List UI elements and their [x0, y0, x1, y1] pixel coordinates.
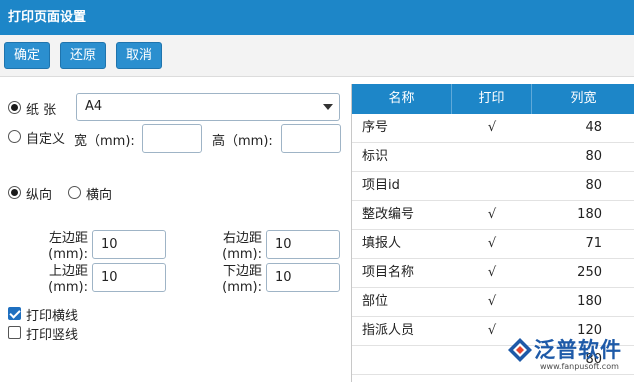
cell-print[interactable]: √: [452, 259, 532, 287]
table-row[interactable]: 整改编号 √ 180: [352, 201, 634, 230]
cell-name: 序号: [362, 120, 389, 135]
bottom-margin-label-line1: 下边距: [222, 264, 262, 279]
left-margin-input[interactable]: 10: [92, 230, 166, 259]
cell-name: 指派人员: [362, 323, 415, 338]
cell-width[interactable]: 180: [532, 201, 602, 229]
top-margin-label: 上边距 (mm):: [38, 264, 88, 296]
cell-name: 部位: [362, 294, 389, 309]
bottom-margin-label: 下边距 (mm):: [212, 264, 262, 296]
top-margin-label-line1: 上边距: [48, 264, 88, 279]
toolbar: 确定 还原 取消: [0, 35, 634, 77]
cell-name: [362, 346, 452, 374]
chevron-down-icon: [323, 104, 333, 110]
print-hlines-checkbox[interactable]: [8, 307, 21, 320]
cancel-button[interactable]: 取消: [116, 42, 162, 69]
landscape-radio[interactable]: [68, 186, 81, 199]
bottom-margin-label-line2: (mm):: [222, 280, 262, 295]
paper-radio[interactable]: [8, 101, 21, 114]
fanpu-logo-icon: [508, 338, 532, 362]
table-row[interactable]: 填报人 √ 71: [352, 230, 634, 259]
left-margin-label: 左边距 (mm):: [38, 231, 88, 263]
restore-button[interactable]: 还原: [60, 42, 106, 69]
bottom-margin-input[interactable]: 10: [266, 263, 340, 292]
right-margin-label-line2: (mm):: [222, 247, 262, 262]
header-print[interactable]: 打印: [452, 84, 532, 114]
height-label: 高（mm):: [212, 134, 273, 149]
cell-print[interactable]: √: [452, 288, 532, 316]
top-margin-label-line2: (mm):: [48, 280, 88, 295]
cell-name: 整改编号: [362, 207, 415, 222]
left-margin-label-line2: (mm):: [48, 247, 88, 262]
width-input[interactable]: [142, 124, 202, 153]
portrait-label: 纵向: [26, 188, 53, 203]
portrait-radio[interactable]: [8, 186, 21, 199]
cell-width[interactable]: 71: [532, 230, 602, 258]
custom-radio[interactable]: [8, 130, 21, 143]
print-vlines-checkbox[interactable]: [8, 326, 21, 339]
cell-print[interactable]: √: [452, 230, 532, 258]
grid-header: 名称 打印 列宽: [352, 84, 634, 114]
cell-name: 项目id: [362, 178, 400, 193]
cell-print[interactable]: [452, 172, 532, 200]
header-width[interactable]: 列宽: [532, 84, 634, 114]
cell-print[interactable]: [452, 143, 532, 171]
right-margin-input[interactable]: 10: [266, 230, 340, 259]
table-row[interactable]: 项目id 80: [352, 172, 634, 201]
cell-name: 项目名称: [362, 265, 415, 280]
cell-name: 标识: [362, 149, 389, 164]
fanpu-logo: 泛普软件 www.fanpusoft.com: [504, 332, 634, 376]
table-row[interactable]: 序号 √ 48: [352, 114, 634, 143]
width-label: 宽（mm):: [74, 134, 135, 149]
fanpu-url: www.fanpusoft.com: [540, 362, 619, 371]
cell-width[interactable]: 48: [532, 114, 602, 142]
cell-name: 填报人: [362, 236, 402, 251]
table-row[interactable]: 部位 √ 180: [352, 288, 634, 317]
fanpu-brand: 泛普软件: [534, 338, 622, 362]
right-margin-label: 右边距 (mm):: [212, 231, 262, 263]
cell-print[interactable]: √: [452, 201, 532, 229]
paper-select-value: A4: [85, 99, 103, 114]
left-margin-label-line1: 左边距: [48, 231, 88, 246]
cell-print[interactable]: √: [452, 114, 532, 142]
print-hlines-label: 打印横线: [26, 309, 79, 324]
paper-label: 纸 张: [26, 103, 57, 118]
print-vlines-label: 打印竖线: [26, 328, 79, 343]
cell-width[interactable]: 80: [532, 143, 602, 171]
table-row[interactable]: 标识 80: [352, 143, 634, 172]
custom-label: 自定义: [26, 132, 66, 147]
right-margin-label-line1: 右边距: [222, 231, 262, 246]
cell-width[interactable]: 80: [532, 172, 602, 200]
confirm-button[interactable]: 确定: [4, 42, 50, 69]
landscape-label: 横向: [86, 188, 113, 203]
dialog-title: 打印页面设置: [0, 0, 634, 35]
table-row[interactable]: 项目名称 √ 250: [352, 259, 634, 288]
header-name[interactable]: 名称: [352, 84, 452, 114]
cell-width[interactable]: 250: [532, 259, 602, 287]
top-margin-input[interactable]: 10: [92, 263, 166, 292]
height-input[interactable]: [281, 124, 341, 153]
paper-select[interactable]: A4: [76, 93, 340, 121]
cell-width[interactable]: 180: [532, 288, 602, 316]
